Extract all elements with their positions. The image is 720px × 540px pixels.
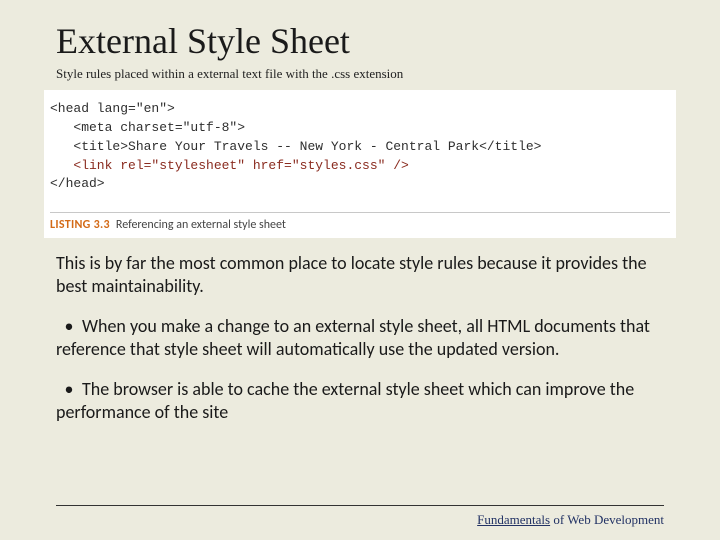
code-line-1: <head lang="en"> bbox=[50, 101, 175, 116]
listing-bar: LISTING 3.3 Referencing an external style… bbox=[50, 212, 670, 232]
footer-divider bbox=[56, 505, 664, 506]
code-line-2: <meta charset="utf-8"> bbox=[50, 120, 245, 135]
page-title: External Style Sheet bbox=[56, 20, 664, 62]
listing-caption: Referencing an external style sheet bbox=[116, 218, 286, 232]
code-panel: <head lang="en"> <meta charset="utf-8"> … bbox=[44, 90, 676, 238]
code-line-3: <title>Share Your Travels -- New York - … bbox=[50, 139, 541, 154]
listing-number: LISTING 3.3 bbox=[50, 218, 110, 232]
list-item: •The browser is able to cache the extern… bbox=[56, 378, 664, 423]
bullet-list: •When you make a change to an external s… bbox=[56, 315, 664, 423]
footer: Fundamentals of Web Development bbox=[56, 505, 664, 528]
footer-word-rest: of Web Development bbox=[550, 512, 664, 527]
footer-text: Fundamentals of Web Development bbox=[56, 512, 664, 528]
bullet-text: When you make a change to an external st… bbox=[56, 315, 650, 360]
code-block: <head lang="en"> <meta charset="utf-8"> … bbox=[50, 100, 670, 194]
list-item: •When you make a change to an external s… bbox=[56, 315, 664, 360]
bullet-icon: • bbox=[56, 378, 82, 401]
bullet-text: The browser is able to cache the externa… bbox=[56, 378, 634, 423]
code-line-5: </head> bbox=[50, 176, 105, 191]
intro-paragraph: This is by far the most common place to … bbox=[56, 252, 664, 297]
code-line-4: <link rel="stylesheet" href="styles.css"… bbox=[50, 158, 409, 173]
footer-word-underline: Fundamentals bbox=[477, 512, 550, 527]
bullet-icon: • bbox=[56, 315, 82, 338]
page-subtitle: Style rules placed within a external tex… bbox=[56, 66, 664, 82]
